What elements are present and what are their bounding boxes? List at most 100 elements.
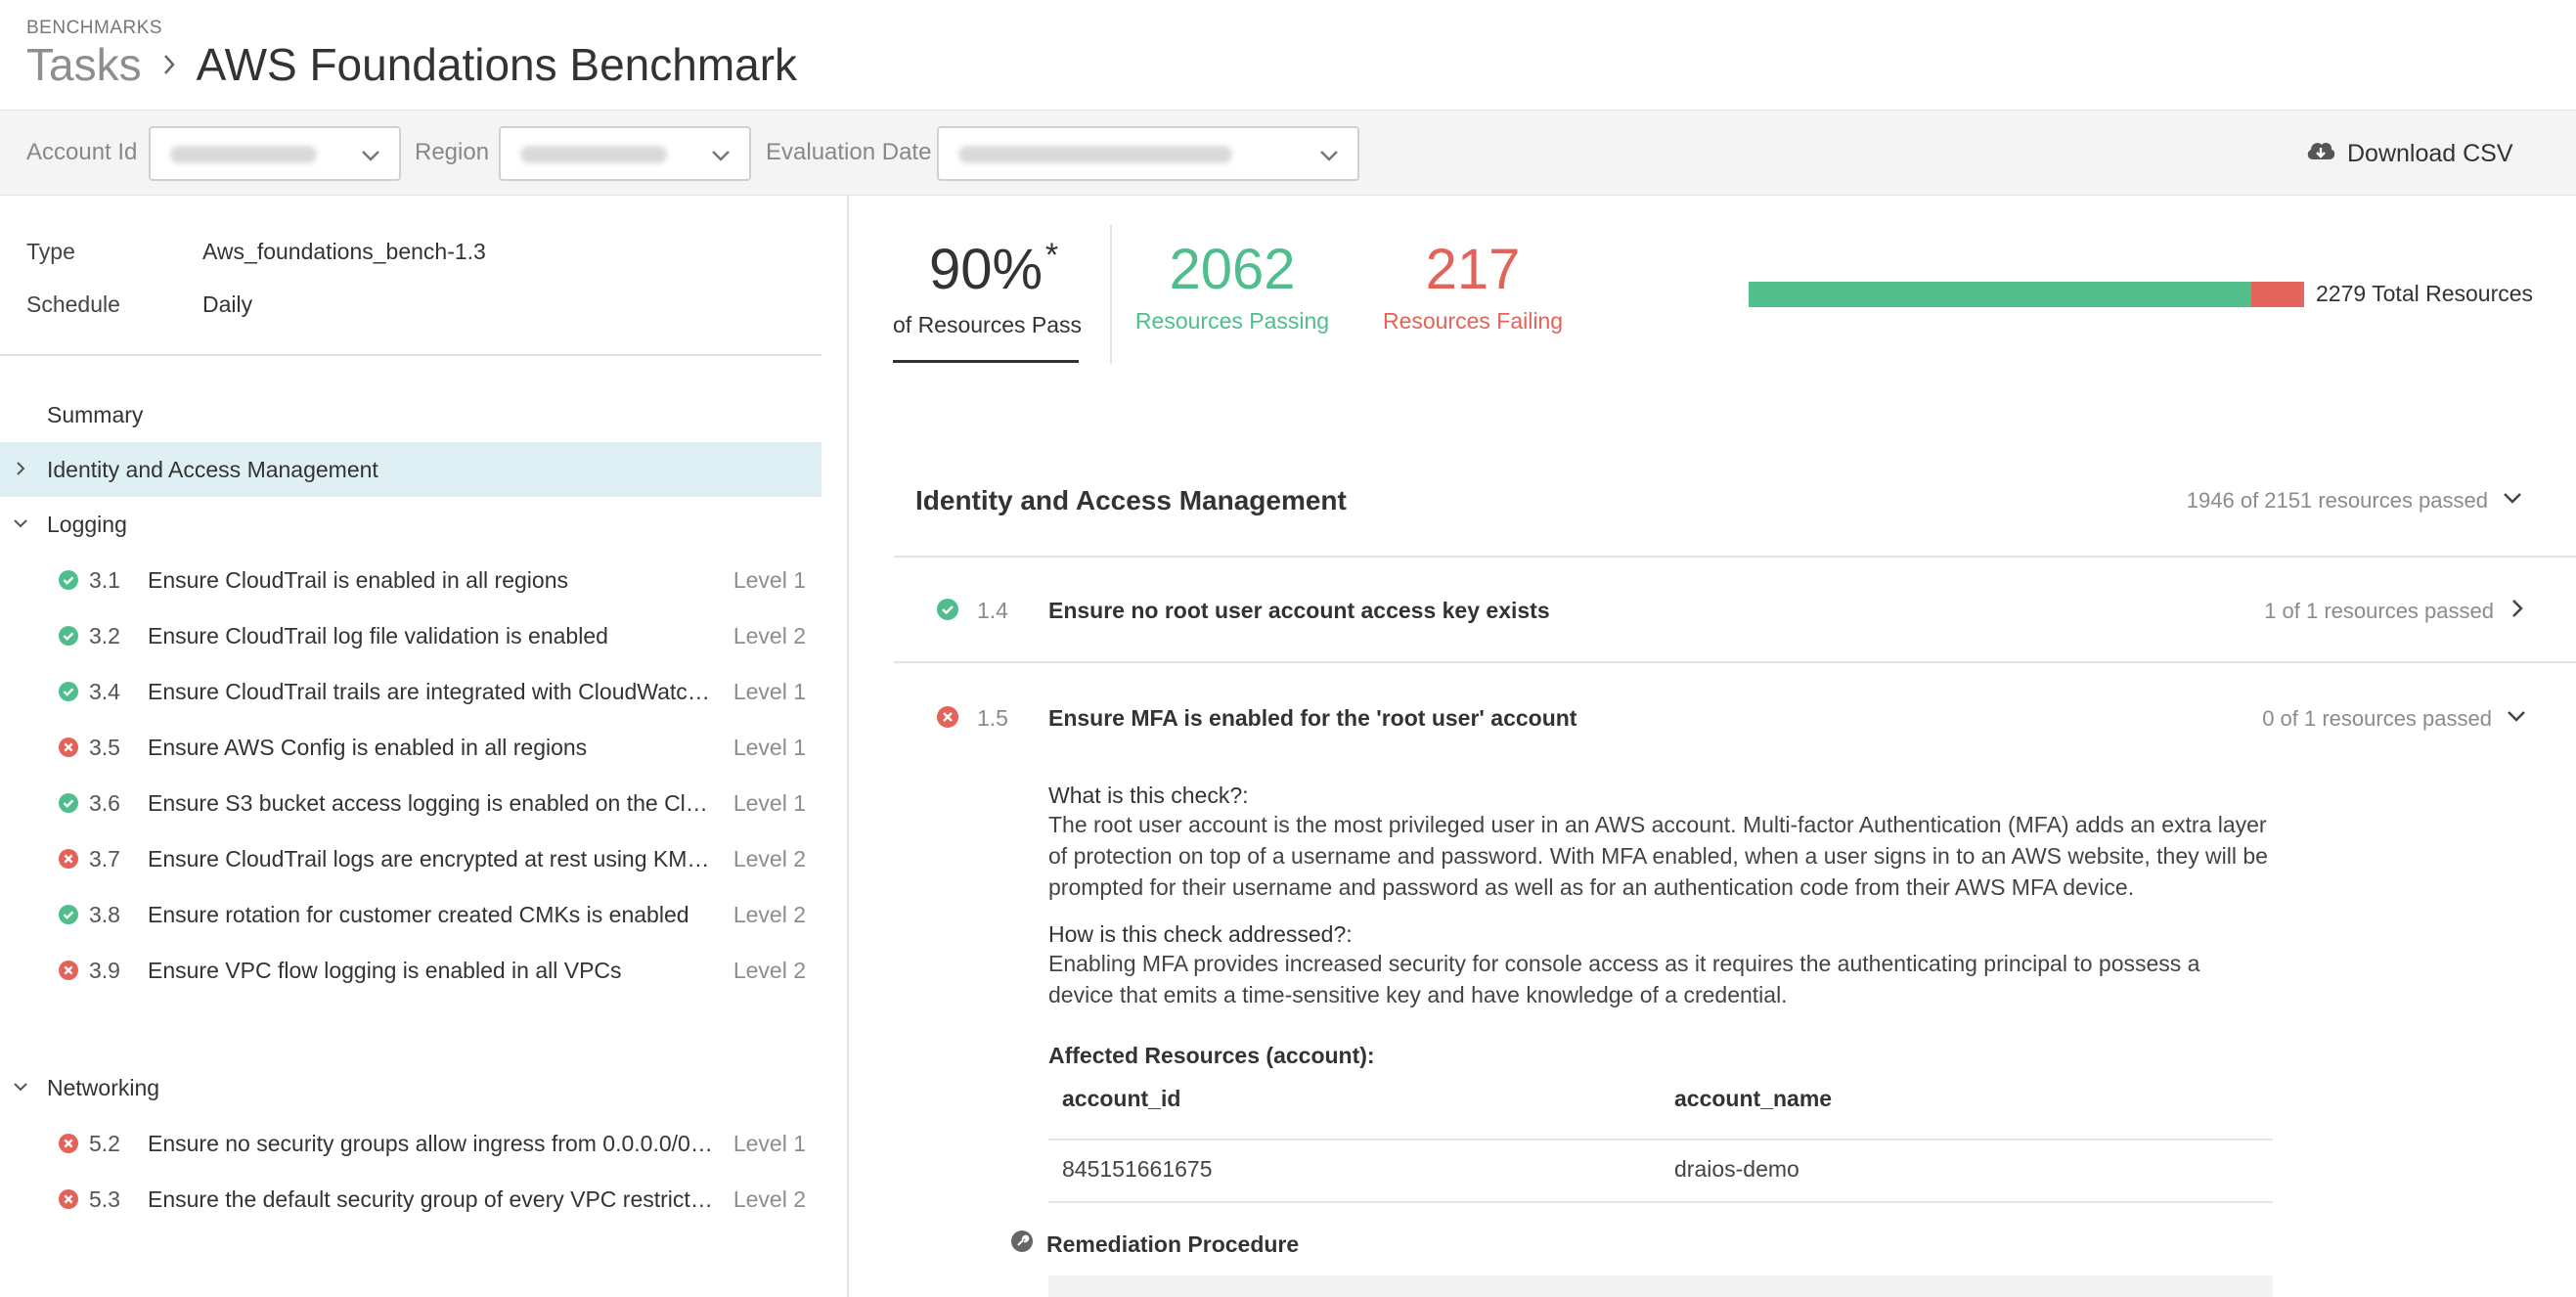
x-circle-icon xyxy=(937,706,958,728)
check-level: Level 1 xyxy=(733,735,806,760)
tree-item-label: Identity and Access Management xyxy=(47,456,378,482)
how-answer: Enabling MFA provides increased security… xyxy=(1048,951,2200,1007)
x-circle-icon xyxy=(59,1134,78,1153)
section-title: Identity and Access Management xyxy=(915,485,1347,515)
check-number: 3.2 xyxy=(89,623,120,648)
wrench-icon xyxy=(1011,1230,1033,1258)
check-number: 3.8 xyxy=(89,902,120,927)
eyebrow-label: BENCHMARKS xyxy=(26,18,163,38)
check-item-3-6[interactable]: 3.6 Ensure S3 bucket access logging is en… xyxy=(0,775,822,829)
table-divider xyxy=(1048,1139,2273,1140)
check-title: Ensure S3 bucket access logging is enabl… xyxy=(148,790,715,816)
check-item-5-2[interactable]: 5.2 Ensure no security groups allow ingre… xyxy=(0,1115,822,1170)
chevron-down-icon xyxy=(2502,487,2523,514)
chevron-down-icon[interactable] xyxy=(12,1078,29,1096)
check-item-3-1[interactable]: 3.1 Ensure CloudTrail is enabled in all r… xyxy=(0,552,822,606)
how-is-this-addressed: How is this check addressed?: Enabling M… xyxy=(1048,921,2271,1010)
right-panel: 90% * of Resources Pass 2062 Resources Pa… xyxy=(851,196,2576,1297)
check-title: Ensure CloudTrail log file validation is… xyxy=(148,623,608,648)
x-circle-icon xyxy=(59,849,78,869)
how-question: How is this check addressed?: xyxy=(1048,921,1353,947)
check-item-3-9[interactable]: 3.9 Ensure VPC flow logging is enabled in… xyxy=(0,942,822,997)
left-panel: Type Aws_foundations_bench-1.3 Schedule … xyxy=(0,196,849,1297)
check-item-3-5[interactable]: 3.5 Ensure AWS Config is enabled in all r… xyxy=(0,719,822,774)
chevron-down-icon xyxy=(710,145,732,171)
resources-passing-count: 2062 xyxy=(1169,238,1296,301)
divider xyxy=(894,556,2576,558)
tree-item-label: Logging xyxy=(47,511,127,537)
resources-passing-label: Resources Passing xyxy=(1134,308,1330,334)
tree-item-identity-access-management[interactable]: Identity and Access Management xyxy=(0,442,822,497)
check-item-3-2[interactable]: 3.2 Ensure CloudTrail log file validation… xyxy=(0,607,822,662)
download-csv-button[interactable]: Download CSV xyxy=(2304,132,2513,175)
check-title: Ensure AWS Config is enabled in all regi… xyxy=(148,735,588,760)
remediation-procedure-header[interactable]: Remediation Procedure xyxy=(1011,1230,1299,1258)
check-level: Level 1 xyxy=(733,679,806,704)
check-title: Ensure CloudTrail is enabled in all regi… xyxy=(148,567,568,593)
divider xyxy=(0,354,822,356)
pass-percentage-label: of Resources Pass xyxy=(893,312,1083,337)
check-number: 3.4 xyxy=(89,679,120,704)
chevron-down-icon xyxy=(360,145,381,171)
resources-failing-stat[interactable]: 217 Resources Failing xyxy=(1375,237,1571,335)
evaluation-date-label: Evaluation Date xyxy=(766,139,932,165)
type-value: Aws_foundations_bench-1.3 xyxy=(202,239,486,264)
check-number: 3.7 xyxy=(89,846,120,872)
section-count[interactable]: 1946 of 2151 resources passed xyxy=(2187,487,2523,514)
chevron-down-icon xyxy=(2506,705,2527,733)
control-row-1-4[interactable]: 1.4 Ensure no root user account access k… xyxy=(894,579,2537,638)
page-header: BENCHMARKS Tasks AWS Foundations Benchma… xyxy=(0,0,2576,110)
check-title: Ensure rotation for customer created CMK… xyxy=(148,902,689,927)
tree-item-networking[interactable]: Networking xyxy=(0,1060,822,1115)
remediation-title: Remediation Procedure xyxy=(1046,1230,1300,1257)
pass-percentage-value: 90% * xyxy=(928,237,1059,301)
stats-divider xyxy=(1110,225,1112,364)
pass-percentage-tab[interactable]: 90% * of Resources Pass xyxy=(893,237,1083,338)
check-level: Level 1 xyxy=(733,567,806,593)
what-is-this-check: What is this check?: The root user accou… xyxy=(1048,783,2271,903)
breadcrumb-tasks-link[interactable]: Tasks xyxy=(26,38,142,91)
check-title: Ensure VPC flow logging is enabled in al… xyxy=(148,958,622,983)
check-number: 3.9 xyxy=(89,958,120,983)
chevron-down-icon[interactable] xyxy=(12,514,29,532)
asterisk-mark: * xyxy=(1044,237,1059,274)
total-resources-label: 2279 Total Resources xyxy=(2316,281,2534,306)
filter-bar: Account Id Region Evaluation Date Downlo… xyxy=(0,110,2576,196)
chevron-right-icon[interactable] xyxy=(12,460,29,477)
check-circle-icon xyxy=(937,599,958,620)
account-id-label: Account Id xyxy=(26,139,138,165)
progress-bar-pass-segment xyxy=(1749,282,2252,307)
breadcrumb: Tasks AWS Foundations Benchmark xyxy=(26,37,797,92)
check-number: 3.1 xyxy=(89,567,120,593)
check-level: Level 2 xyxy=(733,958,806,983)
type-label: Type xyxy=(26,239,75,264)
tree-item-summary[interactable]: Summary xyxy=(0,387,822,442)
evaluation-date-select[interactable] xyxy=(937,126,1359,181)
check-number: 3.6 xyxy=(89,790,120,816)
tree-item-logging[interactable]: Logging xyxy=(0,497,822,552)
chevron-right-icon xyxy=(150,53,189,76)
check-level: Level 2 xyxy=(733,902,806,927)
resources-failing-label: Resources Failing xyxy=(1382,308,1564,334)
control-title: Ensure no root user account access key e… xyxy=(1048,598,1550,623)
check-title: Ensure the default security group of eve… xyxy=(148,1186,715,1212)
cloud-download-icon xyxy=(2304,138,2337,170)
region-select[interactable] xyxy=(499,126,751,181)
check-number: 5.2 xyxy=(89,1131,120,1156)
x-circle-icon xyxy=(59,738,78,757)
resources-passing-stat[interactable]: 2062 Resources Passing xyxy=(1134,237,1330,335)
account-id-select[interactable] xyxy=(149,126,401,181)
control-row-1-5[interactable]: 1.5 Ensure MFA is enabled for the 'root … xyxy=(894,687,2537,745)
x-circle-icon xyxy=(59,961,78,980)
check-item-3-7[interactable]: 3.7 Ensure CloudTrail logs are encrypted … xyxy=(0,830,822,885)
check-level: Level 1 xyxy=(733,1131,806,1156)
check-item-5-3[interactable]: 5.3 Ensure the default security group of … xyxy=(0,1171,822,1226)
control-title: Ensure MFA is enabled for the 'root user… xyxy=(1048,705,1577,731)
check-item-3-4[interactable]: 3.4 Ensure CloudTrail trails are integrat… xyxy=(0,663,822,718)
check-level: Level 2 xyxy=(733,1186,806,1212)
check-circle-icon xyxy=(59,682,78,701)
check-item-3-8[interactable]: 3.8 Ensure rotation for customer created … xyxy=(0,886,822,941)
page-title: AWS Foundations Benchmark xyxy=(196,39,798,90)
download-csv-label: Download CSV xyxy=(2347,139,2513,167)
chevron-right-icon xyxy=(2508,598,2527,625)
